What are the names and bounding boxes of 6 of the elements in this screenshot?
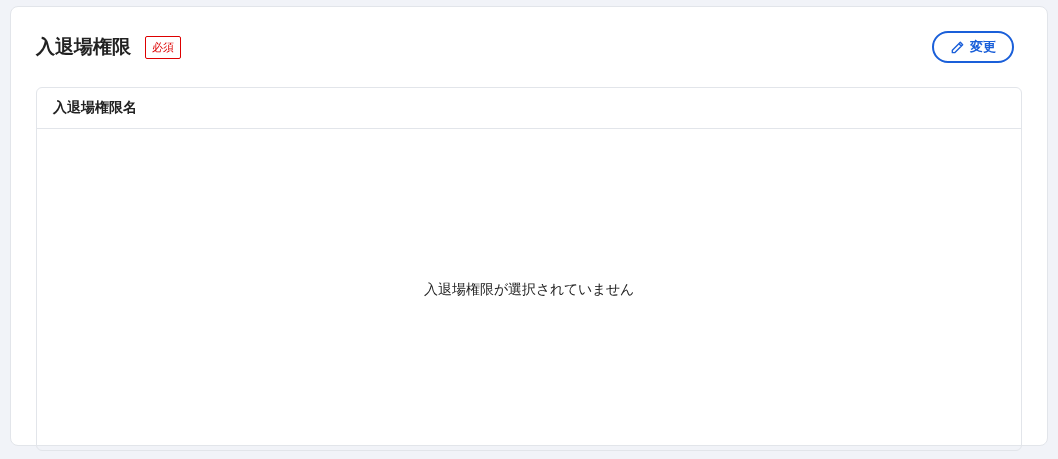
section-title: 入退場権限 [36,34,131,59]
edit-button[interactable]: 変更 [932,31,1014,63]
empty-message: 入退場権限が選択されていません [424,280,634,299]
column-header: 入退場権限名 [53,99,137,117]
required-badge: 必須 [145,35,181,59]
pencil-icon [950,39,965,55]
